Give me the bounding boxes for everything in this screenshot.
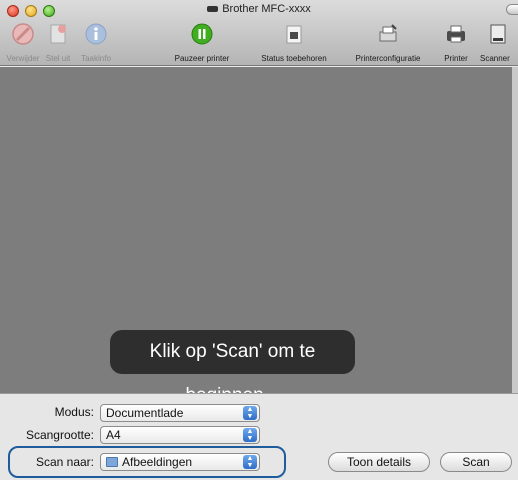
printer-icon (447, 25, 465, 43)
mode-select[interactable]: Documentlade ▲ ▼ (100, 404, 260, 422)
toolbar-job-info-label: Taakinfo (81, 54, 111, 63)
info-icon (85, 23, 107, 45)
window-title: Brother MFC-xxxx (0, 3, 518, 15)
scanner-icon (490, 24, 506, 44)
hold-icon (50, 24, 66, 44)
scan-size-select-arrows-icon: ▲ ▼ (243, 428, 257, 442)
window-title-text: Brother MFC-xxxx (222, 3, 311, 15)
preview-scrollbar[interactable] (512, 67, 518, 393)
toolbar-printer-setup-label: Printerconfiguratie (355, 54, 421, 63)
folder-icon (106, 457, 118, 467)
supply-status-icon (286, 25, 302, 44)
toolbar-hold-button[interactable]: Stel uit (38, 22, 78, 66)
toolbar-job-info-button[interactable]: Taakinfo (74, 22, 118, 66)
delete-icon (12, 23, 34, 45)
printer-mini-icon (207, 6, 219, 13)
toolbar-printer-label: Printer (444, 54, 468, 63)
mode-label: Modus: (54, 405, 94, 419)
toolbar-pause-printer-label: Pauzeer printer (174, 54, 230, 63)
show-details-button[interactable]: Toon details (328, 452, 430, 472)
toolbar-scanner-button[interactable]: Scanner (478, 22, 518, 66)
toolbar-pause-printer-button[interactable]: Pauzeer printer (160, 22, 244, 66)
pause-icon (191, 23, 213, 45)
mode-select-arrows-icon: ▲ ▼ (243, 406, 257, 420)
scanner-window: Brother MFC-xxxx Verwijder Stel uit Taak… (0, 0, 518, 480)
scan-to-label: Scan naar: (35, 455, 94, 469)
toolbar-printer-setup-button[interactable]: Printerconfiguratie (344, 22, 432, 66)
toolbar-supply-status-label: Status toebehoren (261, 54, 327, 63)
scan-hint-overlay: Klik op 'Scan' om te beginnen... (110, 330, 355, 406)
toolbar-printer-button[interactable]: Printer (436, 22, 476, 66)
scan-size-select-value: A4 (106, 428, 121, 442)
toolbar-supply-status-button[interactable]: Status toebehoren (248, 22, 340, 66)
scan-size-select[interactable]: A4 ▲ ▼ (100, 426, 260, 444)
toolbar-scanner-label: Scanner (480, 54, 510, 63)
toolbar: Brother MFC-xxxx Verwijder Stel uit Taak… (0, 0, 518, 66)
scan-to-select-value: Afbeeldingen (122, 455, 193, 469)
scan-to-select-arrows-icon: ▲ ▼ (243, 455, 257, 469)
mode-select-value: Documentlade (106, 406, 184, 420)
scan-size-label: Scangrootte: (25, 428, 94, 442)
scan-button[interactable]: Scan (440, 452, 512, 472)
toolbar-hold-label: Stel uit (45, 54, 71, 63)
scan-to-select[interactable]: Afbeeldingen ▲ ▼ (100, 453, 260, 471)
printer-setup-icon (379, 24, 397, 42)
